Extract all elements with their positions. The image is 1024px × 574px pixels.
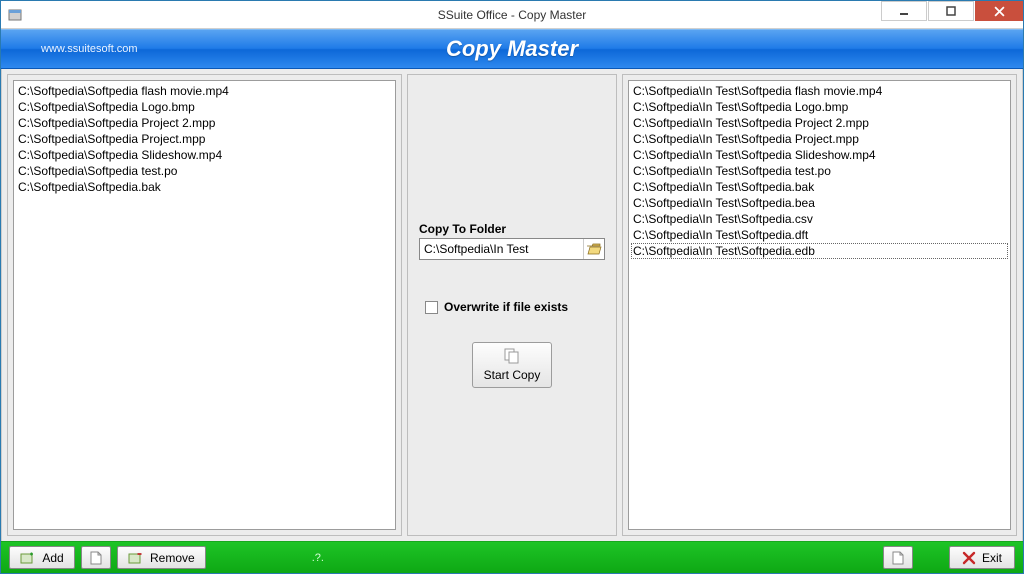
titlebar: SSuite Office - Copy Master — [1, 1, 1023, 29]
list-item[interactable]: C:\Softpedia\Softpedia.bak — [16, 179, 393, 195]
copy-to-row — [419, 238, 605, 260]
maximize-icon — [946, 6, 956, 16]
new-button[interactable] — [81, 546, 111, 569]
maximize-button[interactable] — [928, 1, 974, 21]
add-label: Add — [42, 551, 63, 565]
list-item[interactable]: C:\Softpedia\Softpedia Logo.bmp — [16, 99, 393, 115]
app-icon — [7, 7, 23, 23]
list-item[interactable]: C:\Softpedia\Softpedia Slideshow.mp4 — [16, 147, 393, 163]
remove-button[interactable]: Remove — [117, 546, 206, 569]
header-url: www.ssuitesoft.com — [41, 43, 138, 55]
header-title: Copy Master — [446, 36, 578, 62]
close-button[interactable] — [975, 1, 1023, 21]
add-icon — [20, 551, 36, 565]
list-item[interactable]: C:\Softpedia\In Test\Softpedia test.po — [631, 163, 1008, 179]
remove-label: Remove — [150, 551, 195, 565]
copy-to-input[interactable] — [420, 239, 583, 259]
list-item[interactable]: C:\Softpedia\In Test\Softpedia.dft — [631, 227, 1008, 243]
center-panel: Copy To Folder Overwrite if file exists — [407, 74, 617, 536]
list-item[interactable]: C:\Softpedia\In Test\Softpedia.bak — [631, 179, 1008, 195]
titlebar-left — [1, 7, 23, 23]
folder-open-icon — [586, 242, 602, 256]
start-copy-label: Start Copy — [484, 368, 541, 382]
center-spacer-top — [413, 80, 611, 218]
browse-button[interactable] — [583, 239, 604, 259]
center-spacer-bottom — [413, 392, 611, 530]
minimize-icon — [899, 6, 909, 16]
titlebar-controls — [881, 1, 1023, 28]
copy-icon — [503, 348, 521, 364]
window-title: SSuite Office - Copy Master — [438, 8, 587, 22]
overwrite-checkbox[interactable] — [425, 301, 438, 314]
list-item[interactable]: C:\Softpedia\Softpedia Project 2.mpp — [16, 115, 393, 131]
list-item[interactable]: C:\Softpedia\Softpedia Project.mpp — [16, 131, 393, 147]
header-bar: www.ssuitesoft.com Copy Master — [1, 29, 1023, 69]
document-icon — [892, 551, 904, 565]
minimize-button[interactable] — [881, 1, 927, 21]
add-button[interactable]: Add — [9, 546, 75, 569]
footer-bar: Add Remove .?. Exit — [1, 541, 1023, 573]
exit-icon — [962, 551, 976, 565]
list-item[interactable]: C:\Softpedia\In Test\Softpedia Project 2… — [631, 115, 1008, 131]
list-item[interactable]: C:\Softpedia\In Test\Softpedia.bea — [631, 195, 1008, 211]
destination-panel: C:\Softpedia\In Test\Softpedia flash mov… — [622, 74, 1017, 536]
list-item[interactable]: C:\Softpedia\In Test\Softpedia.csv — [631, 211, 1008, 227]
list-item[interactable]: C:\Softpedia\In Test\Softpedia Slideshow… — [631, 147, 1008, 163]
remove-icon — [128, 551, 144, 565]
close-icon — [994, 6, 1005, 17]
list-item[interactable]: C:\Softpedia\In Test\Softpedia flash mov… — [631, 83, 1008, 99]
list-item[interactable]: C:\Softpedia\Softpedia test.po — [16, 163, 393, 179]
list-item[interactable]: C:\Softpedia\In Test\Softpedia Project.m… — [631, 131, 1008, 147]
start-copy-button[interactable]: Start Copy — [472, 342, 552, 388]
footer-hint: .?. — [312, 552, 324, 564]
source-listbox[interactable]: C:\Softpedia\Softpedia flash movie.mp4C:… — [13, 80, 396, 530]
content-area: C:\Softpedia\Softpedia flash movie.mp4C:… — [1, 69, 1023, 541]
document-icon — [90, 551, 102, 565]
list-item[interactable]: C:\Softpedia\In Test\Softpedia.edb — [631, 243, 1008, 259]
exit-label: Exit — [982, 551, 1002, 565]
list-item[interactable]: C:\Softpedia\Softpedia flash movie.mp4 — [16, 83, 393, 99]
destination-listbox[interactable]: C:\Softpedia\In Test\Softpedia flash mov… — [628, 80, 1011, 530]
copy-to-label: Copy To Folder — [419, 222, 605, 236]
list-item[interactable]: C:\Softpedia\In Test\Softpedia Logo.bmp — [631, 99, 1008, 115]
new-button-right[interactable] — [883, 546, 913, 569]
overwrite-row[interactable]: Overwrite if file exists — [419, 300, 605, 314]
source-panel: C:\Softpedia\Softpedia flash movie.mp4C:… — [7, 74, 402, 536]
center-content: Copy To Folder Overwrite if file exists — [413, 218, 611, 392]
app-window: SSuite Office - Copy Master www.ssuiteso… — [0, 0, 1024, 574]
exit-button[interactable]: Exit — [949, 546, 1015, 569]
overwrite-label: Overwrite if file exists — [444, 300, 568, 314]
